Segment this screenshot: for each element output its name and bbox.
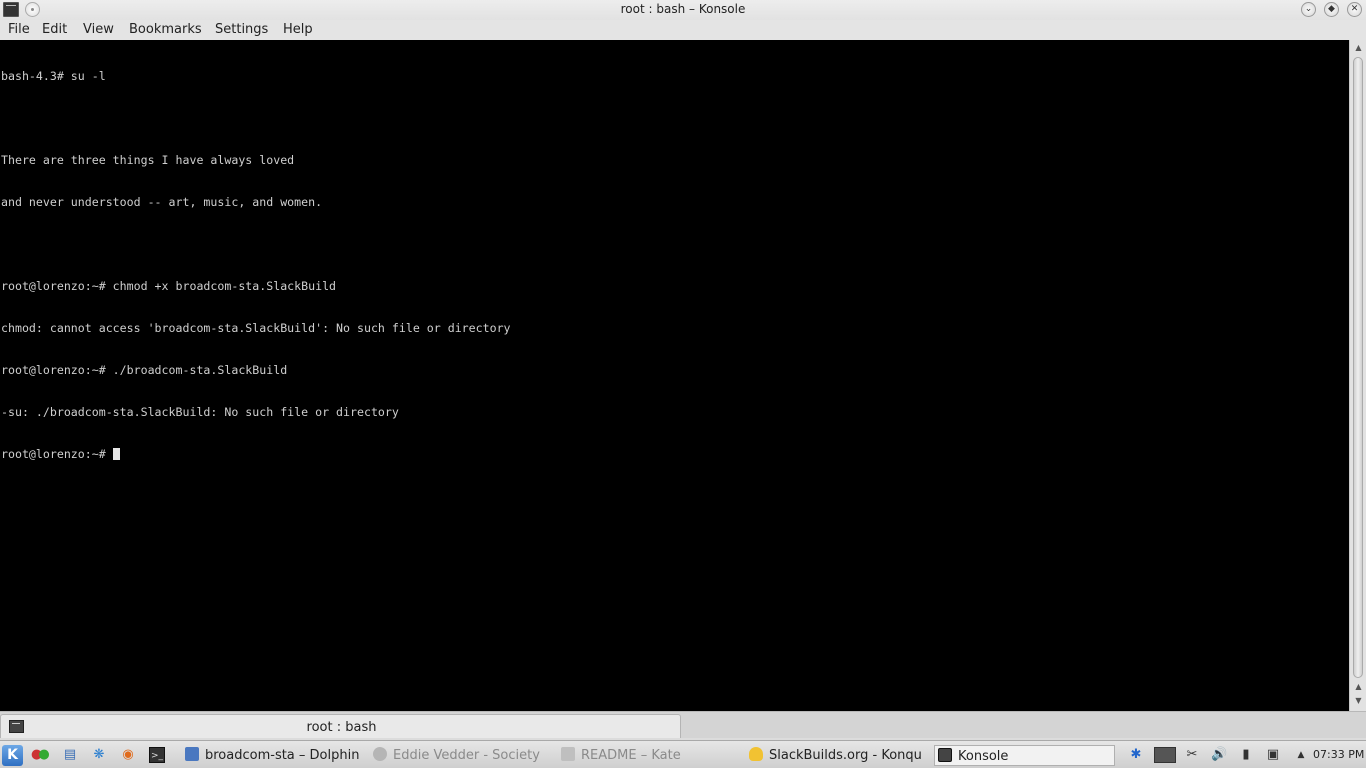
terminal-line: There are three things I have always lov… xyxy=(1,153,295,167)
battery-icon[interactable]: ▮ xyxy=(1238,747,1254,763)
terminal-prompt: root@lorenzo:~# xyxy=(1,447,113,461)
menu-settings[interactable]: Settings xyxy=(215,22,268,37)
terminal-view[interactable]: bash-4.3# su -l There are three things I… xyxy=(0,40,1349,711)
terminal-line: chmod: cannot access 'broadcom-sta.Slack… xyxy=(1,321,511,335)
window-title: root : bash – Konsole xyxy=(620,2,746,16)
bluetooth-icon[interactable]: ✱ xyxy=(1128,747,1144,763)
system-settings-icon[interactable]: ❋ xyxy=(91,747,107,763)
tray-expand-icon[interactable]: ▲ xyxy=(1293,747,1309,763)
menu-help[interactable]: Help xyxy=(283,22,313,37)
terminal-line: -su: ./broadcom-sta.SlackBuild: No such … xyxy=(1,405,399,419)
terminal-line: root@lorenzo:~# chmod +x broadcom-sta.Sl… xyxy=(1,279,337,293)
task-music-player[interactable]: Eddie Vedder - Society - xyxy=(373,745,543,766)
minimize-button[interactable]: ⌄ xyxy=(1301,2,1316,17)
tab-root-bash[interactable]: root : bash xyxy=(0,714,681,738)
music-icon xyxy=(373,747,387,761)
terminal-line: bash-4.3# su -l xyxy=(1,69,106,83)
kde-menu-icon[interactable]: K xyxy=(2,745,23,766)
tab-label: root : bash xyxy=(306,720,377,735)
task-kate[interactable]: README – Kate xyxy=(561,745,731,766)
terminal-scrollbar[interactable]: ▲ ▲ ▼ xyxy=(1349,40,1366,711)
klipper-scissors-icon[interactable]: ✂ xyxy=(1184,747,1200,763)
scroll-up-arrow-icon[interactable]: ▲ xyxy=(1353,681,1364,693)
maximize-button[interactable]: ◆ xyxy=(1324,2,1339,17)
menu-file[interactable]: File xyxy=(8,22,30,37)
menu-bookmarks[interactable]: Bookmarks xyxy=(129,22,202,37)
network-icon[interactable]: ▣ xyxy=(1265,747,1281,763)
task-konsole[interactable]: Konsole xyxy=(934,745,1115,766)
clock[interactable]: 07:33 PM xyxy=(1313,748,1364,761)
terminal-line: and never understood -- art, music, and … xyxy=(1,195,323,209)
screen-icon[interactable] xyxy=(1154,747,1176,763)
terminal-line: root@lorenzo:~# ./broadcom-sta.SlackBuil… xyxy=(1,363,288,377)
task-label: Eddie Vedder - Society - xyxy=(393,748,543,763)
scroll-up-arrow-icon[interactable]: ▲ xyxy=(1353,42,1364,54)
task-konqueror[interactable]: SlackBuilds.org - Konqu xyxy=(749,745,921,766)
tux-icon xyxy=(749,747,763,761)
menu-view[interactable]: View xyxy=(83,22,114,37)
task-label: Konsole xyxy=(958,749,1009,764)
dolphin-icon xyxy=(185,747,199,761)
konsole-icon xyxy=(938,748,952,762)
konsole-launcher-icon[interactable]: >_ xyxy=(149,747,165,763)
file-manager-icon[interactable]: ▤ xyxy=(62,747,78,763)
window-titlebar[interactable]: root : bash – Konsole ⌄ ◆ ✕ xyxy=(0,0,1366,20)
kate-icon xyxy=(561,747,575,761)
firefox-icon[interactable]: ◉ xyxy=(120,747,136,763)
menu-bar: File Edit View Bookmarks Settings Help xyxy=(0,20,1366,40)
activities-icon[interactable]: ●● xyxy=(31,747,50,763)
terminal-prompt-line: root@lorenzo:~# xyxy=(1,447,511,461)
task-label: README – Kate xyxy=(581,748,681,763)
terminal-cursor xyxy=(112,448,120,460)
menu-edit[interactable]: Edit xyxy=(42,22,67,37)
task-label: broadcom-sta – Dolphin xyxy=(205,748,360,763)
taskbar: K ●● ▤ ❋ ◉ >_ broadcom-sta – Dolphin Edd… xyxy=(0,740,1366,768)
scrollbar-thumb[interactable] xyxy=(1353,57,1363,678)
session-tab-bar: root : bash xyxy=(0,711,1366,738)
scroll-down-arrow-icon[interactable]: ▼ xyxy=(1353,695,1364,707)
task-label: SlackBuilds.org - Konqu xyxy=(769,748,921,763)
terminal-output: bash-4.3# su -l There are three things I… xyxy=(1,41,511,489)
volume-icon[interactable]: 🔊 xyxy=(1211,747,1227,763)
close-button[interactable]: ✕ xyxy=(1347,2,1362,17)
task-dolphin[interactable]: broadcom-sta – Dolphin xyxy=(185,745,365,766)
